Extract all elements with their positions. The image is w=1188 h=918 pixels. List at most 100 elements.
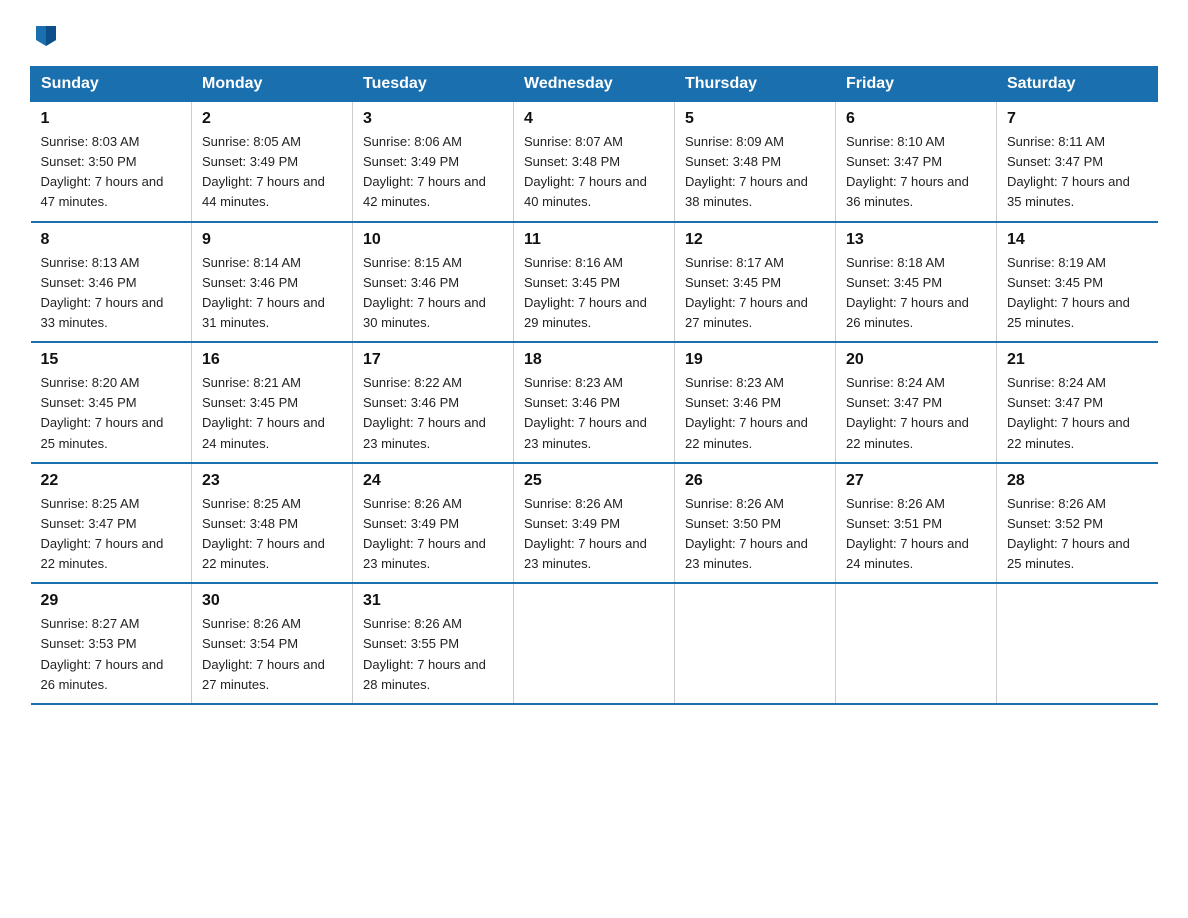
day-info: Sunrise: 8:24 AMSunset: 3:47 PMDaylight:…	[1007, 373, 1148, 454]
calendar-cell	[514, 583, 675, 704]
day-number: 30	[202, 592, 342, 610]
header-tuesday: Tuesday	[353, 67, 514, 102]
day-number: 4	[524, 110, 664, 128]
day-number: 21	[1007, 351, 1148, 369]
calendar-cell: 18 Sunrise: 8:23 AMSunset: 3:46 PMDaylig…	[514, 342, 675, 463]
page-header	[30, 20, 1158, 48]
calendar-cell	[675, 583, 836, 704]
calendar-cell: 20 Sunrise: 8:24 AMSunset: 3:47 PMDaylig…	[836, 342, 997, 463]
calendar-cell	[997, 583, 1158, 704]
calendar-cell: 21 Sunrise: 8:24 AMSunset: 3:47 PMDaylig…	[997, 342, 1158, 463]
calendar-cell: 1 Sunrise: 8:03 AMSunset: 3:50 PMDayligh…	[31, 102, 192, 222]
logo	[30, 20, 60, 48]
day-number: 14	[1007, 231, 1148, 249]
day-info: Sunrise: 8:24 AMSunset: 3:47 PMDaylight:…	[846, 373, 986, 454]
day-number: 26	[685, 472, 825, 490]
day-number: 22	[41, 472, 182, 490]
day-info: Sunrise: 8:26 AMSunset: 3:51 PMDaylight:…	[846, 494, 986, 575]
header-monday: Monday	[192, 67, 353, 102]
day-info: Sunrise: 8:18 AMSunset: 3:45 PMDaylight:…	[846, 253, 986, 334]
day-info: Sunrise: 8:11 AMSunset: 3:47 PMDaylight:…	[1007, 132, 1148, 213]
day-number: 8	[41, 231, 182, 249]
day-number: 29	[41, 592, 182, 610]
calendar-cell: 22 Sunrise: 8:25 AMSunset: 3:47 PMDaylig…	[31, 463, 192, 584]
calendar-cell: 11 Sunrise: 8:16 AMSunset: 3:45 PMDaylig…	[514, 222, 675, 343]
day-info: Sunrise: 8:21 AMSunset: 3:45 PMDaylight:…	[202, 373, 342, 454]
day-info: Sunrise: 8:05 AMSunset: 3:49 PMDaylight:…	[202, 132, 342, 213]
day-info: Sunrise: 8:14 AMSunset: 3:46 PMDaylight:…	[202, 253, 342, 334]
day-info: Sunrise: 8:26 AMSunset: 3:55 PMDaylight:…	[363, 614, 503, 695]
day-info: Sunrise: 8:13 AMSunset: 3:46 PMDaylight:…	[41, 253, 182, 334]
day-info: Sunrise: 8:09 AMSunset: 3:48 PMDaylight:…	[685, 132, 825, 213]
day-info: Sunrise: 8:17 AMSunset: 3:45 PMDaylight:…	[685, 253, 825, 334]
calendar-table: SundayMondayTuesdayWednesdayThursdayFrid…	[30, 66, 1158, 705]
day-number: 28	[1007, 472, 1148, 490]
calendar-cell: 6 Sunrise: 8:10 AMSunset: 3:47 PMDayligh…	[836, 102, 997, 222]
day-info: Sunrise: 8:19 AMSunset: 3:45 PMDaylight:…	[1007, 253, 1148, 334]
day-number: 24	[363, 472, 503, 490]
day-number: 2	[202, 110, 342, 128]
calendar-cell: 25 Sunrise: 8:26 AMSunset: 3:49 PMDaylig…	[514, 463, 675, 584]
day-number: 7	[1007, 110, 1148, 128]
day-number: 31	[363, 592, 503, 610]
day-info: Sunrise: 8:25 AMSunset: 3:47 PMDaylight:…	[41, 494, 182, 575]
logo-icon	[32, 20, 60, 48]
calendar-cell: 24 Sunrise: 8:26 AMSunset: 3:49 PMDaylig…	[353, 463, 514, 584]
calendar-cell: 14 Sunrise: 8:19 AMSunset: 3:45 PMDaylig…	[997, 222, 1158, 343]
calendar-cell: 28 Sunrise: 8:26 AMSunset: 3:52 PMDaylig…	[997, 463, 1158, 584]
day-info: Sunrise: 8:20 AMSunset: 3:45 PMDaylight:…	[41, 373, 182, 454]
day-number: 19	[685, 351, 825, 369]
day-info: Sunrise: 8:26 AMSunset: 3:50 PMDaylight:…	[685, 494, 825, 575]
day-info: Sunrise: 8:25 AMSunset: 3:48 PMDaylight:…	[202, 494, 342, 575]
day-number: 20	[846, 351, 986, 369]
day-info: Sunrise: 8:22 AMSunset: 3:46 PMDaylight:…	[363, 373, 503, 454]
day-info: Sunrise: 8:26 AMSunset: 3:49 PMDaylight:…	[524, 494, 664, 575]
day-info: Sunrise: 8:27 AMSunset: 3:53 PMDaylight:…	[41, 614, 182, 695]
day-info: Sunrise: 8:07 AMSunset: 3:48 PMDaylight:…	[524, 132, 664, 213]
calendar-cell: 12 Sunrise: 8:17 AMSunset: 3:45 PMDaylig…	[675, 222, 836, 343]
calendar-cell: 23 Sunrise: 8:25 AMSunset: 3:48 PMDaylig…	[192, 463, 353, 584]
day-info: Sunrise: 8:10 AMSunset: 3:47 PMDaylight:…	[846, 132, 986, 213]
day-info: Sunrise: 8:03 AMSunset: 3:50 PMDaylight:…	[41, 132, 182, 213]
calendar-cell: 7 Sunrise: 8:11 AMSunset: 3:47 PMDayligh…	[997, 102, 1158, 222]
calendar-cell: 15 Sunrise: 8:20 AMSunset: 3:45 PMDaylig…	[31, 342, 192, 463]
calendar-cell: 19 Sunrise: 8:23 AMSunset: 3:46 PMDaylig…	[675, 342, 836, 463]
calendar-cell	[836, 583, 997, 704]
day-number: 15	[41, 351, 182, 369]
calendar-cell: 16 Sunrise: 8:21 AMSunset: 3:45 PMDaylig…	[192, 342, 353, 463]
day-number: 16	[202, 351, 342, 369]
calendar-header-row: SundayMondayTuesdayWednesdayThursdayFrid…	[31, 67, 1158, 102]
calendar-cell: 9 Sunrise: 8:14 AMSunset: 3:46 PMDayligh…	[192, 222, 353, 343]
day-number: 13	[846, 231, 986, 249]
header-thursday: Thursday	[675, 67, 836, 102]
day-info: Sunrise: 8:23 AMSunset: 3:46 PMDaylight:…	[524, 373, 664, 454]
header-wednesday: Wednesday	[514, 67, 675, 102]
day-number: 9	[202, 231, 342, 249]
calendar-cell: 31 Sunrise: 8:26 AMSunset: 3:55 PMDaylig…	[353, 583, 514, 704]
calendar-cell: 13 Sunrise: 8:18 AMSunset: 3:45 PMDaylig…	[836, 222, 997, 343]
day-number: 10	[363, 231, 503, 249]
calendar-cell: 2 Sunrise: 8:05 AMSunset: 3:49 PMDayligh…	[192, 102, 353, 222]
day-info: Sunrise: 8:26 AMSunset: 3:49 PMDaylight:…	[363, 494, 503, 575]
header-friday: Friday	[836, 67, 997, 102]
header-sunday: Sunday	[31, 67, 192, 102]
day-number: 11	[524, 231, 664, 249]
calendar-cell: 5 Sunrise: 8:09 AMSunset: 3:48 PMDayligh…	[675, 102, 836, 222]
calendar-cell: 26 Sunrise: 8:26 AMSunset: 3:50 PMDaylig…	[675, 463, 836, 584]
day-info: Sunrise: 8:26 AMSunset: 3:52 PMDaylight:…	[1007, 494, 1148, 575]
calendar-week-row: 22 Sunrise: 8:25 AMSunset: 3:47 PMDaylig…	[31, 463, 1158, 584]
day-info: Sunrise: 8:16 AMSunset: 3:45 PMDaylight:…	[524, 253, 664, 334]
day-number: 25	[524, 472, 664, 490]
day-info: Sunrise: 8:26 AMSunset: 3:54 PMDaylight:…	[202, 614, 342, 695]
calendar-cell: 4 Sunrise: 8:07 AMSunset: 3:48 PMDayligh…	[514, 102, 675, 222]
day-number: 27	[846, 472, 986, 490]
calendar-cell: 8 Sunrise: 8:13 AMSunset: 3:46 PMDayligh…	[31, 222, 192, 343]
day-info: Sunrise: 8:15 AMSunset: 3:46 PMDaylight:…	[363, 253, 503, 334]
calendar-cell: 27 Sunrise: 8:26 AMSunset: 3:51 PMDaylig…	[836, 463, 997, 584]
day-number: 5	[685, 110, 825, 128]
calendar-cell: 30 Sunrise: 8:26 AMSunset: 3:54 PMDaylig…	[192, 583, 353, 704]
calendar-week-row: 1 Sunrise: 8:03 AMSunset: 3:50 PMDayligh…	[31, 102, 1158, 222]
calendar-cell: 17 Sunrise: 8:22 AMSunset: 3:46 PMDaylig…	[353, 342, 514, 463]
calendar-week-row: 15 Sunrise: 8:20 AMSunset: 3:45 PMDaylig…	[31, 342, 1158, 463]
day-number: 6	[846, 110, 986, 128]
